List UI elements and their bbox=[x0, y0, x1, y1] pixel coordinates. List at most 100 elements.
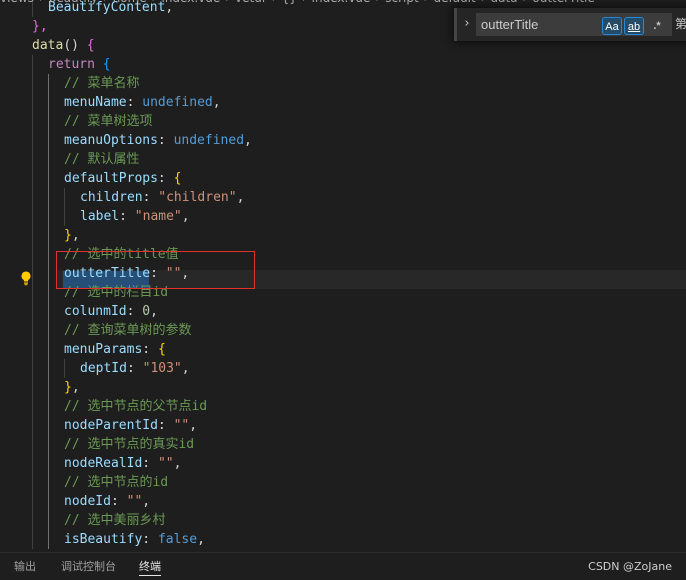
code-token: : bbox=[126, 304, 143, 319]
code-line[interactable]: meanuOptions: undefined, bbox=[0, 131, 686, 150]
code-token: : bbox=[142, 342, 158, 357]
code-token: // 查询菜单树的参数 bbox=[64, 323, 192, 338]
code-token: : bbox=[157, 418, 174, 433]
code-line[interactable]: // 选中节点的id bbox=[0, 473, 686, 492]
breadcrumb-separator: › bbox=[225, 0, 230, 5]
breadcrumb-item[interactable]: default bbox=[433, 0, 475, 5]
breadcrumb-item[interactable]: outterTitle bbox=[532, 0, 594, 5]
code-text: data() { bbox=[32, 36, 95, 55]
code-token: undefined bbox=[142, 95, 213, 110]
code-editor[interactable]: BeautifyContent,}, data() {return {// 菜单名… bbox=[0, 0, 686, 552]
tab-terminal[interactable]: 终端 bbox=[139, 559, 161, 576]
breadcrumb-item[interactable]: index.vue bbox=[161, 0, 220, 5]
code-token: , bbox=[181, 361, 190, 376]
code-token: meanuOptions bbox=[64, 133, 158, 148]
code-token: } bbox=[64, 380, 72, 395]
code-text: // 查询菜单树的参数 bbox=[64, 321, 191, 340]
tab-debug-console[interactable]: 调试控制台 bbox=[61, 559, 116, 575]
breadcrumb-separator: › bbox=[424, 0, 429, 5]
code-token: label bbox=[80, 209, 120, 224]
breadcrumb-item[interactable]: data bbox=[491, 0, 518, 5]
code-token: , bbox=[244, 133, 252, 148]
code-token: // 选中节点的id bbox=[64, 475, 169, 490]
find-input[interactable]: outterTitle Aa ab .* bbox=[476, 13, 672, 36]
code-token: children bbox=[80, 190, 143, 205]
breadcrumb-separator: › bbox=[481, 0, 486, 5]
watermark: CSDN @ZoJane bbox=[588, 560, 672, 573]
code-line[interactable]: // 选中节点的真实id bbox=[0, 435, 686, 454]
breadcrumb-separator: › bbox=[375, 0, 380, 5]
breadcrumb-item[interactable]: index.vue bbox=[312, 0, 371, 5]
code-line[interactable]: colunmId: 0, bbox=[0, 302, 686, 321]
code-token: "" bbox=[126, 494, 143, 509]
code-token: menuParams bbox=[64, 342, 143, 357]
chevron-right-icon[interactable]: › bbox=[460, 16, 474, 32]
code-token: colunmId bbox=[64, 304, 127, 319]
match-case-button[interactable]: Aa bbox=[602, 17, 622, 35]
code-text: }, bbox=[64, 226, 80, 245]
breadcrumb-item[interactable]: views bbox=[0, 0, 34, 5]
breadcrumb-item[interactable]: {} bbox=[282, 0, 297, 5]
code-line[interactable]: // 默认属性 bbox=[0, 150, 686, 169]
breadcrumb-item[interactable]: script bbox=[385, 0, 418, 5]
code-text: nodeId: "", bbox=[64, 492, 150, 511]
code-line[interactable]: menuName: undefined, bbox=[0, 93, 686, 112]
breadcrumb-item[interactable]: beautify bbox=[49, 0, 98, 5]
tab-output[interactable]: 输出 bbox=[14, 559, 36, 575]
whole-word-button[interactable]: ab bbox=[624, 17, 644, 35]
breadcrumb-item[interactable]: vetur bbox=[235, 0, 267, 5]
code-text: // 默认属性 bbox=[64, 150, 139, 169]
breadcrumb[interactable]: views › beautify › home › index.vue › vetur › {} › i… bbox=[0, 0, 686, 7]
code-token: nodeParentId bbox=[64, 418, 158, 433]
find-result-label: 第 bbox=[675, 17, 686, 31]
code-line[interactable]: deptId: "103", bbox=[0, 359, 686, 378]
code-line[interactable]: // 菜单树选项 bbox=[0, 112, 686, 131]
code-line[interactable]: children: "children", bbox=[0, 188, 686, 207]
code-token: isBeautify bbox=[64, 532, 143, 547]
code-line[interactable]: isBeautify: false, bbox=[0, 530, 686, 549]
code-token: , bbox=[197, 532, 205, 547]
code-line[interactable]: }, bbox=[0, 378, 686, 397]
code-line[interactable]: defaultProps: { bbox=[0, 169, 686, 188]
code-text: meanuOptions: undefined, bbox=[64, 131, 252, 150]
code-line[interactable]: // 选中节点的父节点id bbox=[0, 397, 686, 416]
code-token: // 菜单树选项 bbox=[64, 114, 153, 129]
code-token: { bbox=[102, 57, 111, 72]
code-line[interactable]: nodeId: "", bbox=[0, 492, 686, 511]
code-token: "103" bbox=[142, 361, 182, 376]
breadcrumb-separator: › bbox=[302, 0, 307, 5]
code-text: colunmId: 0, bbox=[64, 302, 158, 321]
code-text: // 选中节点的id bbox=[64, 473, 168, 492]
breadcrumb-item[interactable]: home bbox=[113, 0, 147, 5]
code-token: : bbox=[157, 171, 174, 186]
lightbulb-icon[interactable] bbox=[18, 270, 34, 286]
breadcrumb-separator: › bbox=[152, 0, 157, 5]
code-token: : bbox=[157, 133, 174, 148]
code-line[interactable]: menuParams: { bbox=[0, 340, 686, 359]
code-line[interactable]: }, bbox=[0, 226, 686, 245]
code-line[interactable]: label: "name", bbox=[0, 207, 686, 226]
regex-button[interactable]: .* bbox=[647, 17, 667, 35]
code-token: : bbox=[142, 456, 158, 471]
code-token: : bbox=[110, 494, 127, 509]
code-text: // 选中节点的真实id bbox=[64, 435, 194, 454]
code-token: , bbox=[181, 209, 190, 224]
code-token: , bbox=[236, 190, 245, 205]
code-token: // 菜单名称 bbox=[64, 76, 140, 91]
code-token: : bbox=[126, 95, 143, 110]
code-token: , bbox=[150, 304, 158, 319]
find-widget[interactable]: › outterTitle Aa ab .* 第 bbox=[454, 8, 686, 41]
code-token: false bbox=[157, 532, 198, 547]
code-token: , bbox=[142, 494, 151, 509]
code-line[interactable]: return { bbox=[0, 55, 686, 74]
code-token: deptId bbox=[80, 361, 127, 376]
code-token: () bbox=[63, 38, 87, 53]
code-line[interactable]: // 查询菜单树的参数 bbox=[0, 321, 686, 340]
code-line[interactable]: nodeParentId: "", bbox=[0, 416, 686, 435]
code-line[interactable]: nodeRealId: "", bbox=[0, 454, 686, 473]
code-line[interactable]: // 选中美丽乡村 bbox=[0, 511, 686, 530]
code-line[interactable]: // 菜单名称 bbox=[0, 74, 686, 93]
code-token: }, bbox=[32, 19, 48, 34]
code-token: // 选中节点的真实id bbox=[64, 437, 195, 452]
code-token: : bbox=[142, 190, 159, 205]
